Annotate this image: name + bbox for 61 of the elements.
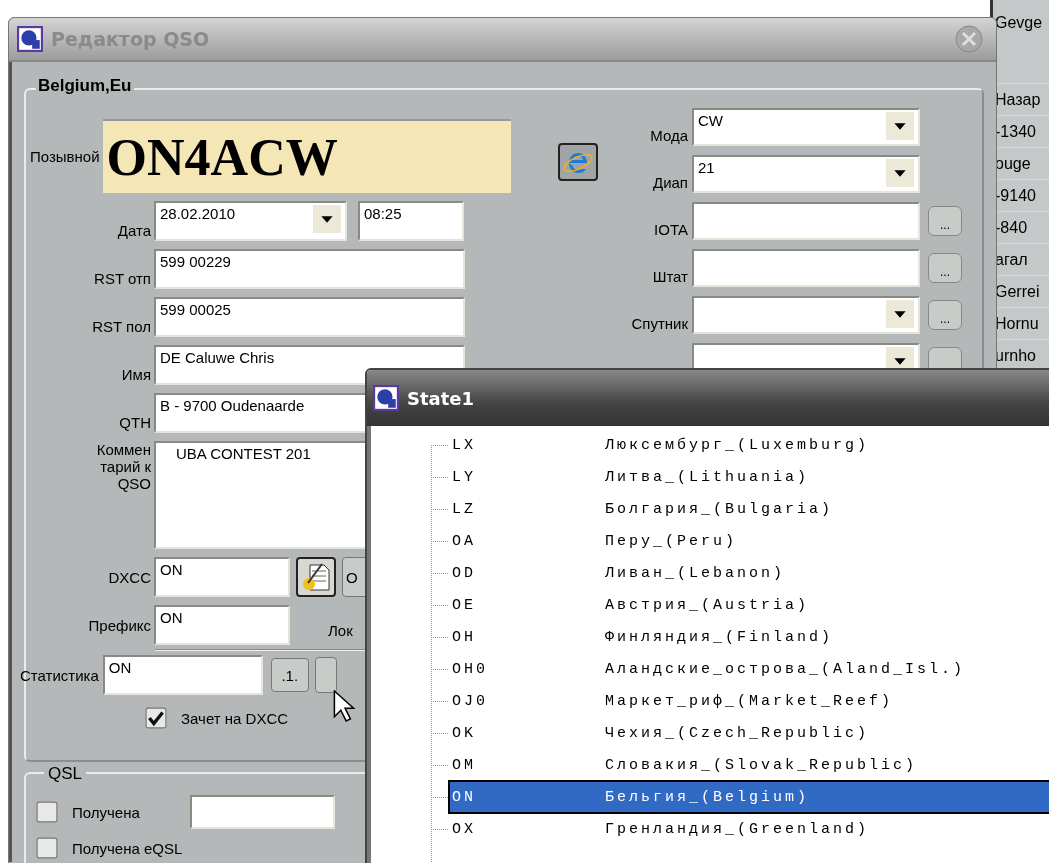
dropdown-field[interactable]: 21 [692,155,920,193]
tree-item[interactable]: OM Словакия_(Slovak_Republic) [448,748,1049,782]
text-field[interactable]: 599 00229 [154,249,465,289]
field-label: Имя [120,365,152,385]
statistics-button[interactable]: .1. [270,658,309,692]
tree-item[interactable]: OH0 Аландские_острова_(Aland_Isl.) [448,652,1049,686]
field-label: Лок [328,621,353,641]
statistics-field[interactable]: ON [102,655,263,695]
group-title: QSL [44,764,87,784]
field-label: Диап [652,173,689,193]
app-logo-icon [17,26,43,52]
text-field[interactable] [692,202,920,240]
field-label: Позывной [30,146,101,167]
field-label: QTH [118,413,152,433]
mouse-pointer-icon [333,690,355,722]
checkbox-label: Получена eQSL [72,839,183,857]
browse-button[interactable]: ... [928,206,962,236]
checkbox-label: Зачет на DXCC [181,709,289,727]
tree-item[interactable]: OJ0 Маркет_риф_(Market_Reef) [448,684,1049,718]
field-label: Дата [116,221,152,241]
date-field[interactable]: 28.02.2010 [154,201,347,241]
edit-document-icon[interactable] [296,557,336,597]
text-field[interactable]: 599 00025 [154,297,465,337]
browse-button[interactable]: ... [928,253,962,283]
field-label: DXCC [107,567,152,588]
field-label: RST отп [93,269,152,289]
group-title: Belgium,Eu [36,76,134,96]
field-label: RST пол [91,317,152,337]
date-field[interactable] [189,795,335,829]
checkbox[interactable] [36,837,58,859]
field-label: Префикс [87,615,152,636]
checkbox[interactable] [145,707,167,729]
dropdown-icon[interactable] [886,159,914,187]
dxcc-field[interactable]: ON [154,557,290,597]
tree-item[interactable]: OH Финляндия_(Finland) [448,620,1049,654]
field-label: Статистика [20,665,100,686]
browser-icon[interactable] [558,143,598,181]
tree-item[interactable]: OK Чехия_(Czech_Republic) [448,716,1049,750]
time-field[interactable]: 08:25 [358,201,464,241]
field-label: Штат [651,267,689,287]
tree-item[interactable]: ON Бельгия_(Belgium) [448,780,1049,814]
dropdown-icon[interactable] [313,205,341,233]
checkbox[interactable] [36,801,58,823]
callsign-field[interactable]: ON4ACW [102,119,511,193]
field-label: Мода [649,126,689,146]
tree-item[interactable]: OX Гренландия_(Greenland) [448,812,1049,846]
dropdown-icon[interactable] [886,300,914,328]
text-field[interactable] [692,249,920,287]
tree-item[interactable]: OD Ливан_(Lebanon) [448,556,1049,590]
app-logo-icon [373,385,399,411]
dropdown-field[interactable] [692,296,920,334]
button[interactable] [314,657,337,693]
field-label: Коммен тарий к QSO [95,441,152,494]
dropdown-field[interactable]: CW [692,108,920,146]
checkbox-label: Получена [72,803,140,821]
field-label: IOTA [653,220,689,240]
tree-item[interactable]: OE Австрия_(Austria) [448,588,1049,622]
dropdown-icon[interactable] [886,112,914,140]
prefix-field[interactable]: ON [154,605,290,645]
field-label: Спутник [630,314,689,334]
browse-button[interactable]: ... [928,300,962,330]
